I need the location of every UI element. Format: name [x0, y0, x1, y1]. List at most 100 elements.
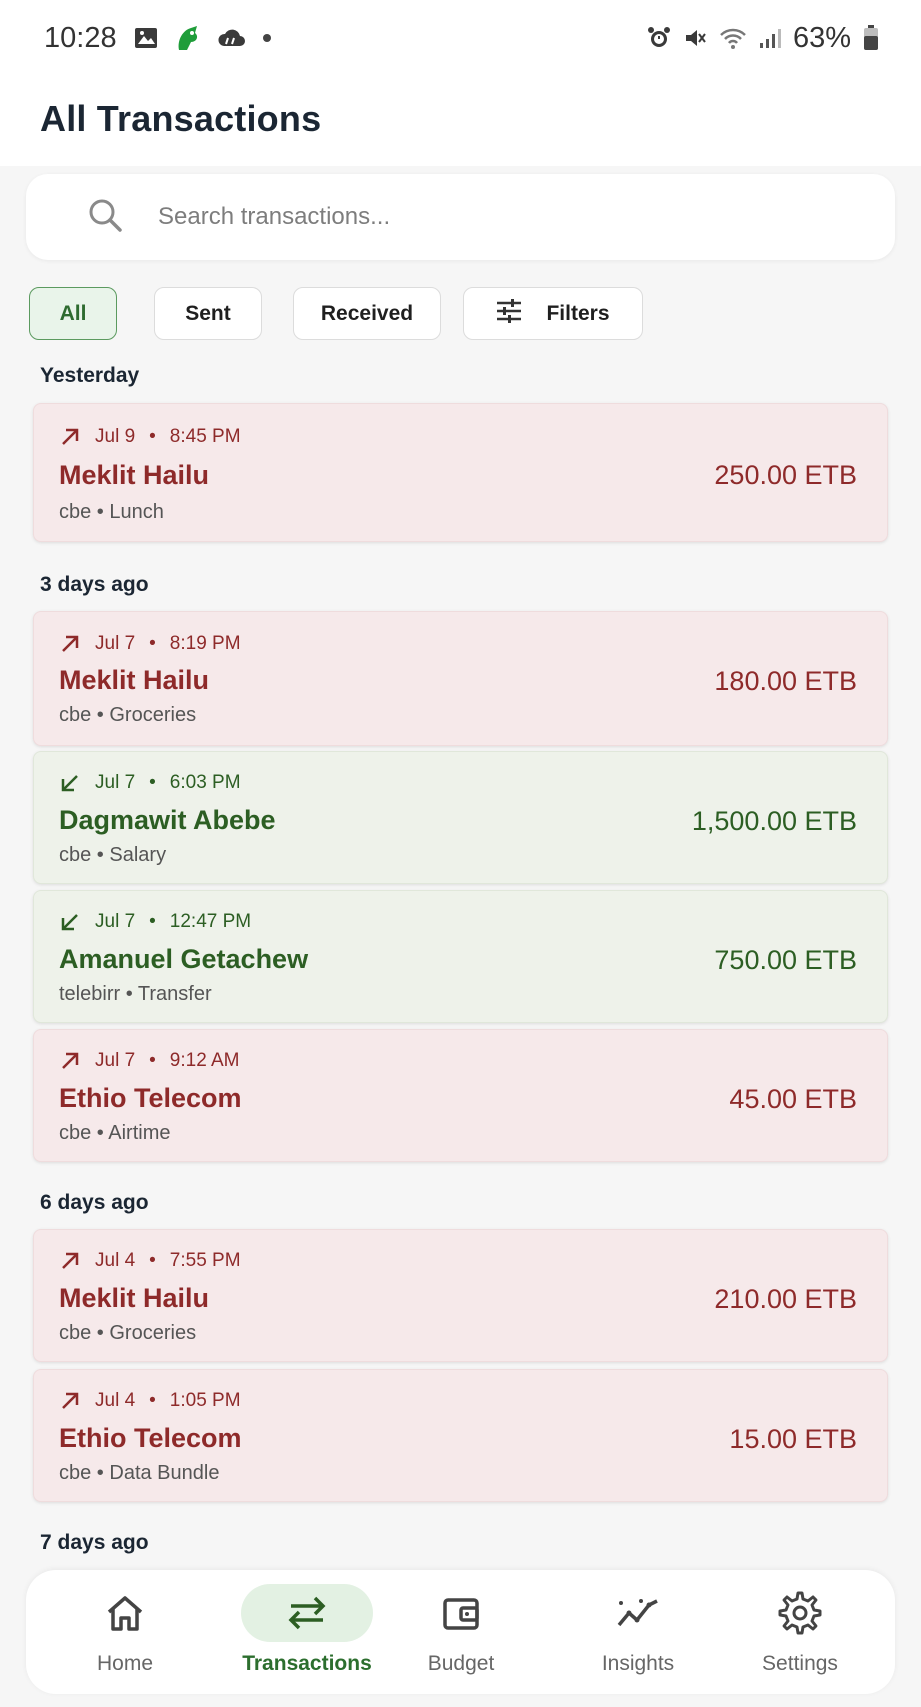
alarm-icon — [647, 26, 671, 50]
transaction-date: Jul 7 — [95, 633, 136, 654]
transaction-source: cbe — [59, 844, 92, 866]
filters-button[interactable]: Filters — [463, 287, 643, 340]
meta-separator: • — [149, 1250, 156, 1271]
transaction-name: Ethio Telecom — [59, 1083, 242, 1113]
transaction-amount: 45.00 ETB — [729, 1084, 857, 1114]
meta-separator: • — [149, 772, 156, 793]
transaction-time: 12:47 PM — [169, 911, 252, 932]
status-bar: 10:28 63% — [0, 0, 921, 76]
battery-icon — [863, 25, 879, 51]
transaction-amount: 15.00 ETB — [729, 1424, 857, 1454]
transaction-name: Meklit Hailu — [59, 1283, 210, 1313]
page-title: All Transactions — [40, 98, 322, 139]
battery-percent: 63% — [792, 21, 851, 54]
transaction-category: Groceries — [109, 1322, 197, 1344]
arrow-up-right-icon — [62, 1252, 79, 1269]
transaction-subtitle: cbe • Data Bundle — [59, 1462, 220, 1484]
notification-dot — [262, 34, 271, 42]
section-label: 7 days ago — [40, 1531, 149, 1554]
chip-label: Sent — [185, 301, 231, 325]
transaction-subtitle: cbe • Groceries — [59, 1322, 197, 1344]
transaction-name: Meklit Hailu — [59, 665, 210, 695]
transaction-date: Jul 7 — [95, 1050, 136, 1071]
arrow-up-right-icon — [62, 428, 79, 445]
meta-separator: • — [149, 1390, 156, 1411]
transaction-card[interactable]: Jul 4 • 1:05 PM Ethio Telecom cbe • Data… — [33, 1369, 888, 1502]
transaction-card[interactable]: Jul 7 • 6:03 PM Dagmawit Abebe cbe • Sal… — [33, 751, 888, 884]
clock: 10:28 — [44, 21, 117, 54]
nav-label: Transactions — [242, 1652, 372, 1675]
app-icon — [175, 24, 201, 52]
transaction-time: 9:12 AM — [169, 1050, 240, 1071]
nav-transactions[interactable]: Transactions — [222, 1570, 392, 1694]
transfer-icon — [288, 1596, 326, 1630]
transaction-name: Meklit Hailu — [59, 460, 210, 490]
nav-icon-wrap — [59, 1584, 191, 1642]
status-left: 10:28 — [44, 22, 271, 55]
transaction-subtitle: cbe • Airtime — [59, 1122, 171, 1144]
transaction-card[interactable]: Jul 7 • 8:19 PM Meklit Hailu cbe • Groce… — [33, 611, 888, 746]
transaction-source: cbe — [59, 704, 92, 726]
transaction-date: Jul 4 — [95, 1250, 136, 1271]
transaction-meta: Jul 4 • 7:55 PM — [59, 1250, 241, 1272]
transaction-category: Salary — [109, 844, 167, 866]
arrow-down-left-icon — [61, 775, 78, 792]
transaction-amount: 180.00 ETB — [714, 666, 857, 696]
search-box[interactable] — [26, 174, 895, 260]
nav-icon-wrap — [734, 1584, 866, 1642]
transaction-date: Jul 4 — [95, 1390, 136, 1411]
nav-label: Budget — [427, 1652, 495, 1675]
wifi-icon — [719, 26, 747, 50]
transaction-amount: 210.00 ETB — [714, 1284, 857, 1314]
trend-icon — [617, 1599, 658, 1627]
transaction-meta: Jul 7 • 8:19 PM — [59, 633, 241, 655]
transaction-amount: 1,500.00 ETB — [691, 806, 857, 836]
transaction-subtitle: telebirr • Transfer — [59, 983, 212, 1005]
transaction-card[interactable]: Jul 7 • 12:47 PM Amanuel Getachew telebi… — [33, 890, 888, 1023]
transaction-name: Amanuel Getachew — [59, 944, 309, 974]
transaction-name: Ethio Telecom — [59, 1423, 242, 1453]
transaction-category: Lunch — [109, 501, 164, 523]
transaction-card[interactable]: Jul 9 • 8:45 PM Meklit Hailu cbe • Lunch… — [33, 403, 888, 542]
nav-icon-wrap — [572, 1584, 704, 1642]
transaction-meta: Jul 7 • 12:47 PM — [59, 911, 251, 933]
transaction-card[interactable]: Jul 7 • 9:12 AM Ethio Telecom cbe • Airt… — [33, 1029, 888, 1162]
transaction-card[interactable]: Jul 4 • 7:55 PM Meklit Hailu cbe • Groce… — [33, 1229, 888, 1362]
transaction-time: 7:55 PM — [169, 1250, 241, 1271]
chip-label: Filters — [546, 301, 610, 325]
transaction-source: cbe — [59, 1322, 92, 1344]
transaction-source: cbe — [59, 1122, 92, 1144]
transaction-category: Transfer — [137, 983, 212, 1005]
chip-received[interactable]: Received — [293, 287, 441, 340]
mute-icon — [683, 26, 707, 50]
meta-separator: • — [149, 633, 156, 654]
status-right: 63% — [647, 22, 879, 55]
chip-label: Received — [320, 301, 414, 325]
nav-insights[interactable]: Insights — [553, 1570, 723, 1694]
chip-all[interactable]: All — [29, 287, 117, 340]
nav-label: Home — [96, 1652, 154, 1675]
search-input[interactable] — [158, 196, 838, 238]
meta-separator: • — [149, 426, 156, 447]
transaction-amount: 250.00 ETB — [714, 460, 857, 490]
transaction-subtitle: cbe • Lunch — [59, 501, 164, 523]
nav-budget[interactable]: Budget — [376, 1570, 546, 1694]
search-icon — [86, 196, 126, 236]
transaction-time: 8:19 PM — [169, 633, 241, 654]
transaction-meta: Jul 9 • 8:45 PM — [59, 426, 241, 448]
arrow-up-right-icon — [62, 1392, 79, 1409]
image-icon — [133, 25, 159, 51]
chip-sent[interactable]: Sent — [154, 287, 262, 340]
meta-separator: • — [149, 911, 156, 932]
section-label: Yesterday — [40, 364, 140, 387]
nav-home[interactable]: Home — [40, 1570, 210, 1694]
sliders-icon — [496, 298, 522, 329]
meta-separator: • — [149, 1050, 156, 1071]
nav-settings[interactable]: Settings — [715, 1570, 885, 1694]
transaction-source: cbe — [59, 1462, 92, 1484]
transaction-category: Data Bundle — [109, 1462, 220, 1484]
chip-label: All — [59, 301, 87, 325]
transaction-meta: Jul 7 • 6:03 PM — [59, 772, 241, 794]
transaction-category: Airtime — [108, 1122, 171, 1144]
transaction-meta: Jul 4 • 1:05 PM — [59, 1390, 241, 1412]
